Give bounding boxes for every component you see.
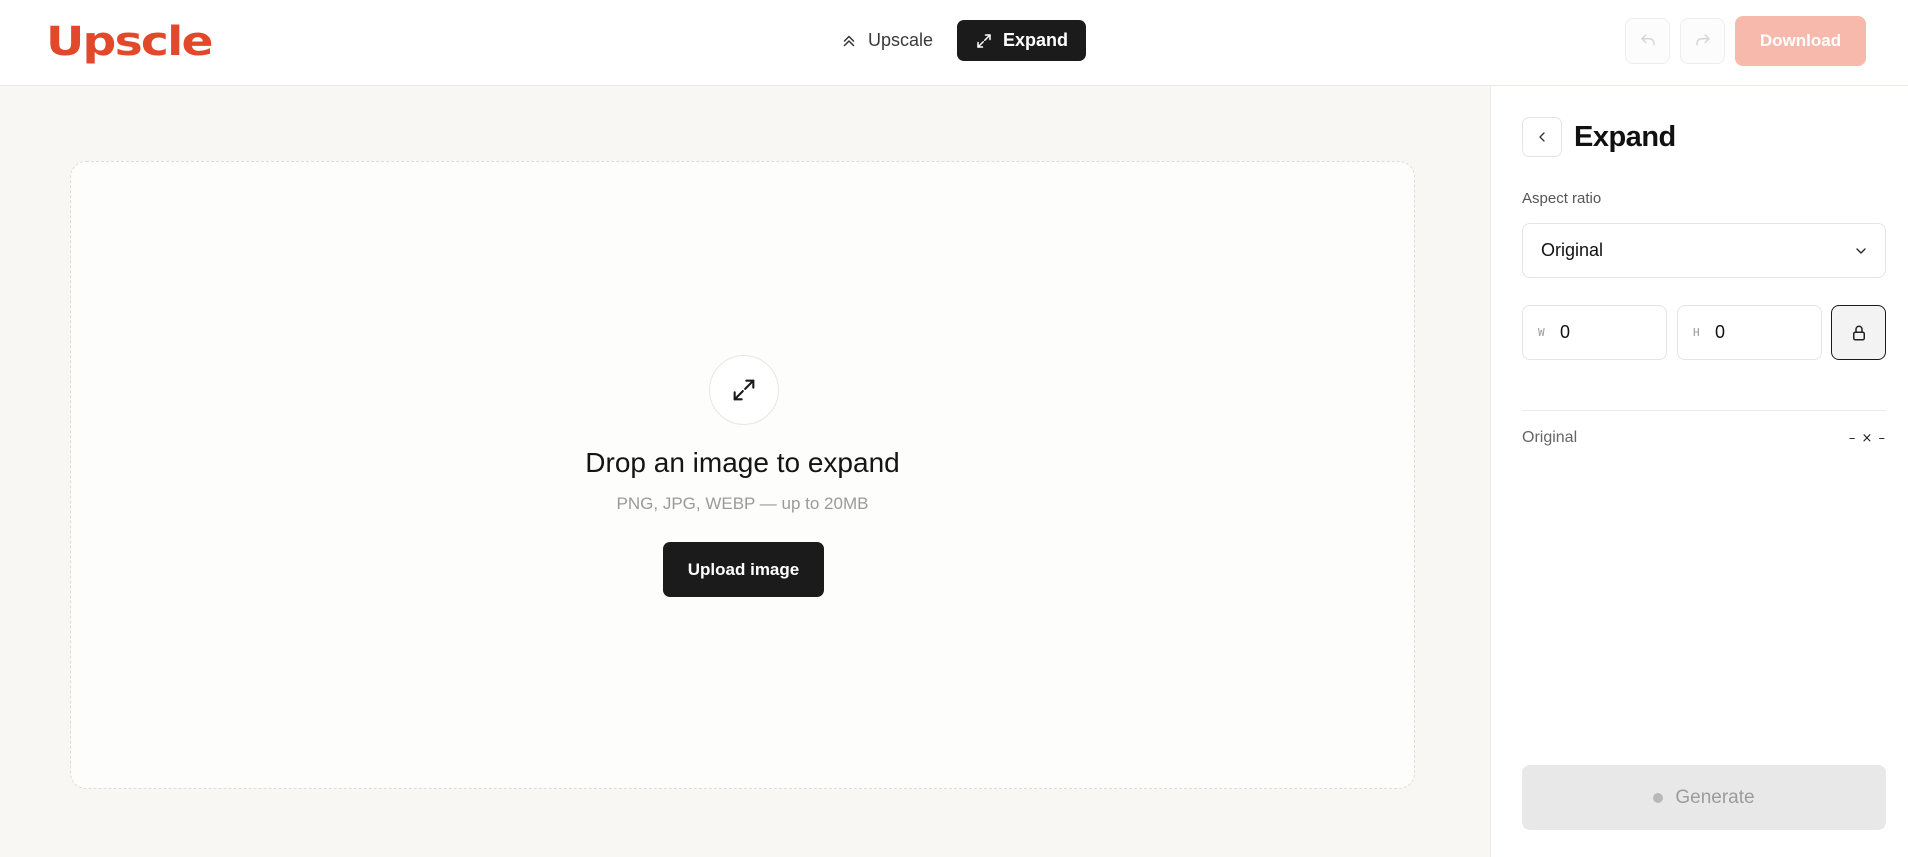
dropzone-title: Drop an image to expand — [585, 447, 900, 478]
aspect-lock-toggle[interactable] — [1831, 305, 1886, 360]
mode-switcher: Upscale Expand — [826, 20, 1087, 61]
panel-title: Expand — [1574, 121, 1676, 153]
redo-icon — [1695, 34, 1710, 46]
aspect-ratio-select[interactable]: Original — [1522, 223, 1886, 278]
canvas-area: Drop an image to expand PNG, JPG, WEBP —… — [0, 86, 1490, 857]
status-dot-icon — [1653, 792, 1664, 803]
panel-divider — [1522, 410, 1886, 411]
tab-expand-label: Expand — [1003, 30, 1069, 50]
output-size-label: Original — [1522, 429, 1578, 446]
generate-label: Generate — [1675, 786, 1755, 808]
lock-icon — [1852, 325, 1865, 340]
height-field[interactable]: H — [1677, 305, 1822, 360]
width-input[interactable] — [1560, 322, 1650, 343]
output-size-value: – × – — [1848, 430, 1886, 446]
aspect-ratio-value: Original — [1541, 240, 1604, 260]
chevron-down-icon — [1856, 247, 1866, 254]
tab-upscale[interactable]: Upscale — [826, 20, 949, 61]
dropzone-icon-circle — [709, 355, 779, 425]
redo-button[interactable] — [1680, 18, 1725, 64]
chevron-left-icon — [1539, 132, 1545, 142]
download-button[interactable]: Download — [1735, 16, 1866, 66]
settings-panel: Expand Aspect ratio Original W H Origina… — [1490, 86, 1908, 857]
height-input[interactable] — [1715, 322, 1805, 343]
tab-expand[interactable]: Expand — [957, 20, 1087, 61]
top-bar: Upscle Upscale Expand Download — [0, 0, 1908, 86]
header-tools: Download — [1625, 16, 1866, 66]
aspect-ratio-label: Aspect ratio — [1522, 190, 1602, 207]
back-button[interactable] — [1522, 117, 1562, 157]
height-prefix: H — [1693, 326, 1700, 339]
chevrons-up-icon — [843, 35, 855, 46]
undo-icon — [1640, 34, 1655, 46]
brand-logo[interactable]: Upscle — [46, 20, 214, 64]
image-dropzone[interactable]: Drop an image to expand PNG, JPG, WEBP —… — [70, 161, 1415, 789]
dropzone-subtitle: PNG, JPG, WEBP — up to 20MB — [616, 494, 869, 513]
output-size-row: Original – × – — [1522, 429, 1886, 447]
width-field[interactable]: W — [1522, 305, 1667, 360]
width-prefix: W — [1538, 326, 1545, 339]
expand-arrows-icon — [977, 33, 991, 48]
undo-button[interactable] — [1625, 18, 1670, 64]
tab-upscale-label: Upscale — [868, 30, 934, 50]
expand-arrows-icon — [733, 379, 755, 401]
generate-button[interactable]: Generate — [1522, 765, 1886, 830]
upload-image-button[interactable]: Upload image — [663, 542, 824, 597]
